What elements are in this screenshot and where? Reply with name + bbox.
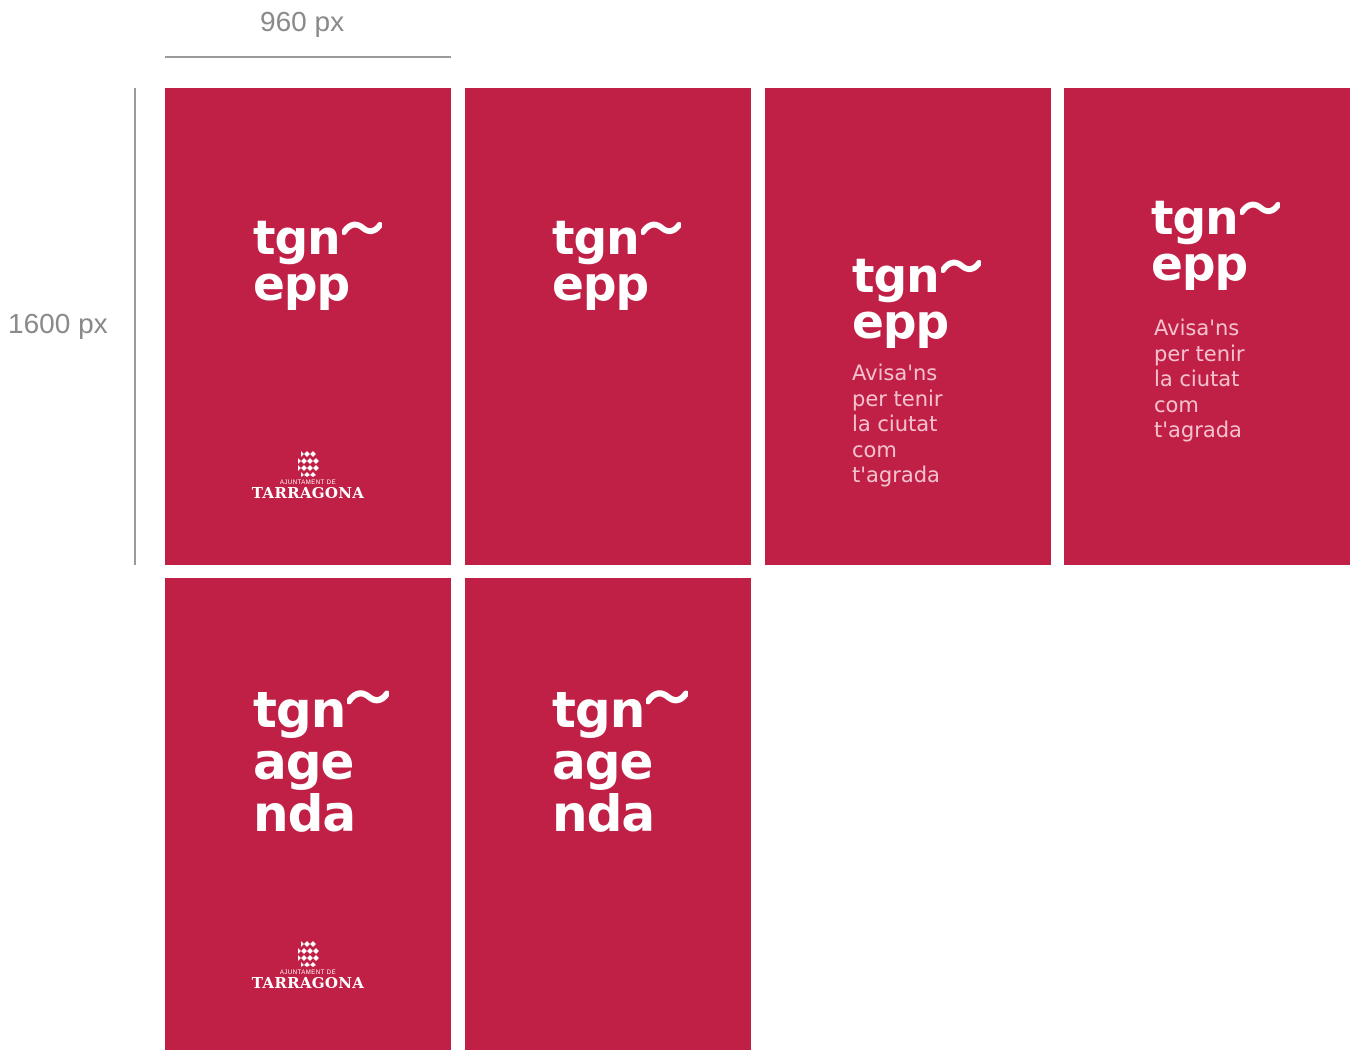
tilde-icon xyxy=(646,690,689,705)
crest-name: TARRAGONA xyxy=(251,974,365,992)
logo-line-1: tgn xyxy=(253,681,346,739)
tilde-icon xyxy=(1239,201,1280,215)
logo-line-2: age xyxy=(552,733,653,791)
tilde-icon xyxy=(341,221,382,235)
width-label: 960 px xyxy=(260,6,345,37)
logo-line-2: epp xyxy=(852,295,949,350)
logo-line-3: nda xyxy=(552,785,655,843)
splash-card-agenda: tgn age nda xyxy=(465,578,751,1050)
crest-name: TARRAGONA xyxy=(251,484,365,502)
logo-line-3: nda xyxy=(253,785,356,843)
tilde-icon xyxy=(640,221,681,235)
splash-card-epp-with-crest: tgn epp AJUNTAMENT DE TARRAGONA xyxy=(165,88,451,565)
logo-line-2: epp xyxy=(1151,237,1248,292)
height-line xyxy=(134,88,136,565)
width-line xyxy=(165,56,451,58)
tarragona-crest-icon xyxy=(298,941,319,967)
splash-card-epp-tagline: tgn epp Avisa'ns per tenir la ciutat com… xyxy=(765,88,1051,565)
logo-line-2: epp xyxy=(552,257,649,312)
tilde-icon xyxy=(347,690,390,705)
tarragona-crest-icon xyxy=(298,451,319,477)
tgn-agenda-logo: tgn age nda xyxy=(552,681,689,843)
tagline: Avisa'ns per tenir la ciutat com t'agrad… xyxy=(852,361,943,487)
logo-line-2: age xyxy=(253,733,354,791)
tgn-agenda-logo: tgn age nda xyxy=(253,681,390,843)
tilde-icon xyxy=(940,259,981,273)
tgn-epp-logo: tgn epp xyxy=(552,215,681,312)
logo-line-2: epp xyxy=(253,257,350,312)
splash-card-epp-tagline-alt: tgn epp Avisa'ns per tenir la ciutat com… xyxy=(1064,88,1350,565)
splash-card-epp: tgn epp xyxy=(465,88,751,565)
tarragona-crest: AJUNTAMENT DE TARRAGONA xyxy=(248,448,368,502)
splash-card-agenda-with-crest: tgn age nda AJUNTAMENT DE TARRAGONA xyxy=(165,578,451,1050)
tgn-epp-logo: tgn epp xyxy=(253,215,382,312)
tgn-epp-logo: tgn epp xyxy=(852,253,981,350)
logo-line-1: tgn xyxy=(552,681,645,739)
height-label: 1600 px xyxy=(8,308,108,339)
tgn-epp-logo: tgn epp xyxy=(1151,195,1280,292)
tagline: Avisa'ns per tenir la ciutat com t'agrad… xyxy=(1154,316,1245,442)
tarragona-crest: AJUNTAMENT DE TARRAGONA xyxy=(248,938,368,992)
